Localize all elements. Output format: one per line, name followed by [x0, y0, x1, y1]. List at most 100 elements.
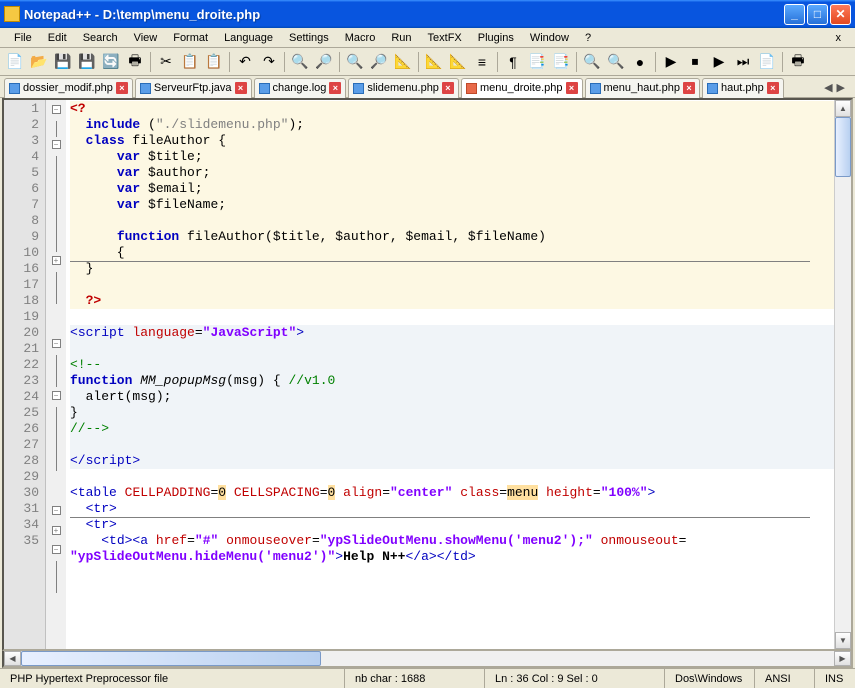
code-line[interactable]: include ("./slidemenu.php"); — [70, 117, 834, 133]
tab-next-button[interactable]: ▶ — [837, 81, 845, 94]
tab-close-button[interactable]: × — [767, 82, 779, 94]
code-line[interactable]: class fileAuthor { — [70, 133, 834, 149]
close-button[interactable]: ✕ — [830, 4, 851, 25]
maximize-button[interactable]: □ — [807, 4, 828, 25]
scroll-down-button[interactable]: ▼ — [835, 632, 851, 649]
scroll-left-button[interactable]: ◀ — [4, 651, 21, 666]
toolbar-button-30[interactable]: 🖶 — [787, 51, 809, 73]
menu-?[interactable]: ? — [577, 30, 599, 46]
menu-format[interactable]: Format — [165, 30, 216, 46]
code-line[interactable]: var $email; — [70, 181, 834, 197]
fold-toggle[interactable]: + — [52, 256, 61, 265]
code-line[interactable] — [70, 309, 834, 325]
menu-textfx[interactable]: TextFX — [420, 30, 470, 46]
code-line[interactable] — [70, 341, 834, 357]
toolbar-button-16[interactable]: 📐 — [423, 51, 445, 73]
toolbar-button-4[interactable]: 🔄 — [100, 51, 122, 73]
code-line[interactable]: function MM_popupMsg(msg) { //v1.0 — [70, 373, 834, 389]
toolbar-button-15[interactable]: 📐 — [392, 51, 414, 73]
toolbar-button-29[interactable]: 📄 — [756, 51, 778, 73]
code-line[interactable]: //--> — [70, 421, 834, 437]
fold-toggle[interactable]: − — [52, 391, 61, 400]
code-line[interactable] — [70, 213, 834, 229]
toolbar-button-25[interactable]: ▶ — [660, 51, 682, 73]
tab-ServeurFtp-java[interactable]: ServeurFtp.java× — [135, 78, 252, 98]
menu-settings[interactable]: Settings — [281, 30, 337, 46]
horizontal-scrollbar[interactable]: ◀ ▶ — [2, 651, 853, 668]
tab-slidemenu-php[interactable]: slidemenu.php× — [348, 78, 459, 98]
toolbar-button-24[interactable]: ● — [629, 51, 651, 73]
code-area[interactable]: <? include ("./slidemenu.php"); class fi… — [66, 100, 834, 649]
tab-dossier_modif-php[interactable]: dossier_modif.php× — [4, 78, 133, 98]
code-line[interactable]: "ypSlideOutMenu.hideMenu('menu2')">Help … — [70, 549, 834, 565]
toolbar-button-28[interactable]: ⏭ — [732, 51, 754, 73]
tab-haut-php[interactable]: haut.php× — [702, 78, 784, 98]
tab-menu_droite-php[interactable]: menu_droite.php× — [461, 78, 583, 98]
code-line[interactable]: var $title; — [70, 149, 834, 165]
toolbar-button-27[interactable]: ▶ — [708, 51, 730, 73]
menu-view[interactable]: View — [126, 30, 166, 46]
code-line[interactable] — [70, 277, 834, 293]
fold-toggle[interactable]: − — [52, 140, 61, 149]
toolbar-button-17[interactable]: 📐 — [447, 51, 469, 73]
menu-search[interactable]: Search — [75, 30, 126, 46]
menu-language[interactable]: Language — [216, 30, 281, 46]
toolbar-button-23[interactable]: 🔍 — [605, 51, 627, 73]
toolbar-button-12[interactable]: 🔎 — [313, 51, 335, 73]
code-line[interactable] — [70, 469, 834, 485]
toolbar-button-19[interactable]: ¶ — [502, 51, 524, 73]
scroll-up-button[interactable]: ▲ — [835, 100, 851, 117]
code-line[interactable]: var $author; — [70, 165, 834, 181]
code-line[interactable] — [70, 437, 834, 453]
tab-close-button[interactable]: × — [329, 82, 341, 94]
code-line[interactable]: } — [70, 261, 834, 277]
code-line[interactable]: <tr> — [70, 517, 834, 533]
toolbar-button-5[interactable]: 🖶 — [124, 51, 146, 73]
menu-run[interactable]: Run — [383, 30, 419, 46]
toolbar-button-20[interactable]: 📑 — [526, 51, 548, 73]
code-line[interactable]: <td><a href="#" onmouseover="ypSlideOutM… — [70, 533, 834, 549]
code-line[interactable]: { — [70, 245, 834, 261]
fold-toggle[interactable]: − — [52, 105, 61, 114]
toolbar-button-6[interactable]: ✂ — [155, 51, 177, 73]
tab-menu_haut-php[interactable]: menu_haut.php× — [585, 78, 700, 98]
toolbar-button-8[interactable]: 📋 — [203, 51, 225, 73]
code-line[interactable]: <? — [70, 101, 834, 117]
toolbar-button-9[interactable]: ↶ — [234, 51, 256, 73]
minimize-button[interactable]: _ — [784, 4, 805, 25]
code-line[interactable]: <tr> — [70, 501, 834, 517]
code-line[interactable]: <table CELLPADDING=0 CELLSPACING=0 align… — [70, 485, 834, 501]
code-line[interactable]: function fileAuthor($title, $author, $em… — [70, 229, 834, 245]
menu-file[interactable]: File — [6, 30, 40, 46]
toolbar-button-21[interactable]: 📑 — [550, 51, 572, 73]
menu-edit[interactable]: Edit — [40, 30, 75, 46]
toolbar-button-1[interactable]: 📂 — [28, 51, 50, 73]
toolbar-button-13[interactable]: 🔍 — [344, 51, 366, 73]
toolbar-button-11[interactable]: 🔍 — [289, 51, 311, 73]
tab-close-button[interactable]: × — [235, 82, 247, 94]
toolbar-button-14[interactable]: 🔎 — [368, 51, 390, 73]
fold-toggle[interactable]: − — [52, 506, 61, 515]
scroll-thumb-v[interactable] — [835, 117, 851, 177]
fold-toggle[interactable]: − — [52, 545, 61, 554]
tab-change-log[interactable]: change.log× — [254, 78, 347, 98]
tab-close-button[interactable]: × — [566, 82, 578, 94]
toolbar-button-22[interactable]: 🔍 — [581, 51, 603, 73]
menu-close-doc[interactable]: x — [828, 30, 850, 46]
toolbar-button-0[interactable]: 📄 — [4, 51, 26, 73]
toolbar-button-26[interactable]: ⏹ — [684, 51, 706, 73]
vertical-scrollbar[interactable]: ▲ ▼ — [834, 100, 851, 649]
tab-close-button[interactable]: × — [683, 82, 695, 94]
tab-prev-button[interactable]: ◀ — [824, 81, 832, 94]
toolbar-button-18[interactable]: ≡ — [471, 51, 493, 73]
tab-close-button[interactable]: × — [116, 82, 128, 94]
toolbar-button-10[interactable]: ↷ — [258, 51, 280, 73]
code-line[interactable]: } — [70, 405, 834, 421]
toolbar-button-3[interactable]: 💾 — [76, 51, 98, 73]
toolbar-button-2[interactable]: 💾 — [52, 51, 74, 73]
menu-plugins[interactable]: Plugins — [470, 30, 522, 46]
code-line[interactable]: var $fileName; — [70, 197, 834, 213]
menu-window[interactable]: Window — [522, 30, 577, 46]
code-line[interactable]: </script> — [70, 453, 834, 469]
code-line[interactable]: <!-- — [70, 357, 834, 373]
